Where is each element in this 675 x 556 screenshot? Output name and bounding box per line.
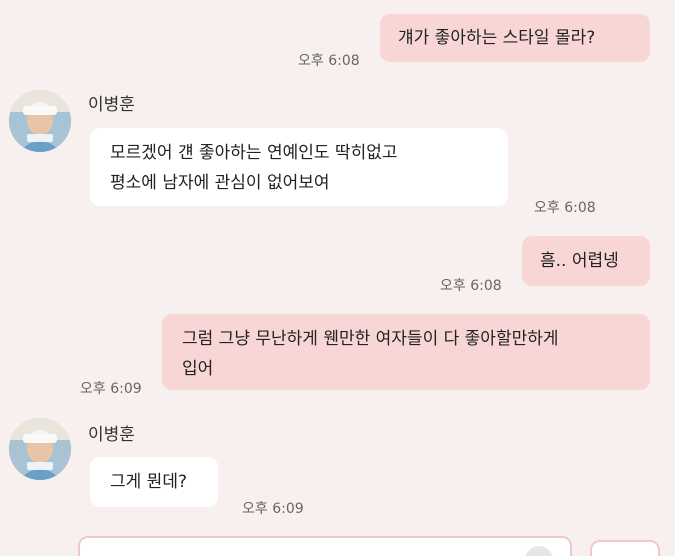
their-message-bubble: 모르겠어 걘 좋아하는 연예인도 딱히없고 평소에 남자에 관심이 없어보여 — [90, 128, 508, 206]
sender-name: 이병훈 — [88, 425, 135, 445]
message-time: 오후 6:08 — [534, 200, 596, 216]
their-message-bubble: 그게 뭔데? — [90, 457, 218, 507]
my-message-bubble: 걔가 좋아하는 스타일 몰라? — [380, 14, 650, 62]
avatar[interactable] — [9, 90, 71, 152]
message-input[interactable] — [78, 536, 572, 556]
send-button[interactable] — [590, 540, 660, 556]
message-time: 오후 6:09 — [242, 501, 304, 517]
my-message-bubble: 그럼 그냥 무난하게 웬만한 여자들이 다 좋아할만하게 입어 — [162, 314, 650, 390]
avatar[interactable] — [9, 418, 71, 480]
profile-photo-icon — [9, 90, 71, 152]
message-time: 오후 6:09 — [80, 381, 142, 397]
my-message-bubble: 흠.. 어렵넹 — [522, 236, 650, 286]
message-time: 오후 6:08 — [440, 278, 502, 294]
profile-photo-icon — [9, 418, 71, 480]
chat-view: 걔가 좋아하는 스타일 몰라? 오후 6:08 이병훈 모르겠어 걘 좋아하는 … — [0, 0, 675, 556]
message-time: 오후 6:08 — [298, 53, 360, 69]
sender-name: 이병훈 — [88, 95, 135, 115]
